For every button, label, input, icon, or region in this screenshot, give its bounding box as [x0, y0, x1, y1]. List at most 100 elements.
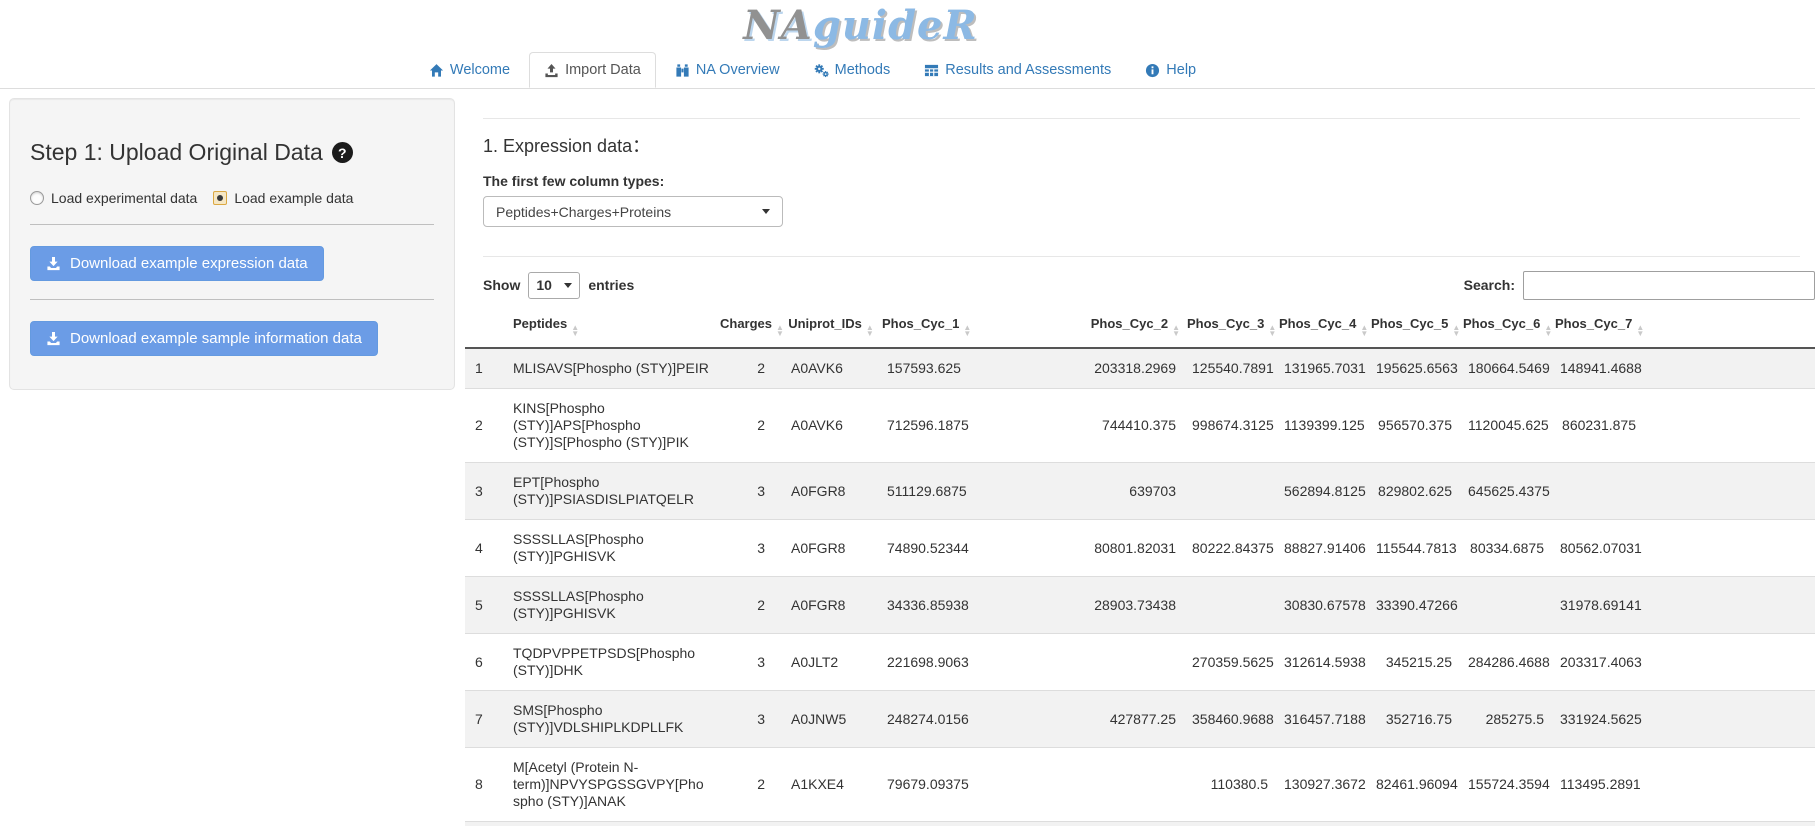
- tab-welcome[interactable]: Welcome: [414, 52, 525, 88]
- logo-text-guider: guideR: [813, 2, 978, 49]
- tab-import-data[interactable]: Import Data: [529, 52, 656, 88]
- value-cell: 511129.6875: [879, 463, 967, 520]
- column-header-phos_cyc_4[interactable]: Phos_Cyc_4 ▲▼: [1276, 306, 1368, 348]
- value-cell: [967, 634, 1184, 691]
- home-icon: [429, 63, 444, 78]
- column-header-phos_cyc_1[interactable]: Phos_Cyc_1▲▼: [879, 306, 967, 348]
- filler-cell: [1644, 577, 1815, 634]
- table-row[interactable]: 4SSSSLLAS[Phospho (STY)]PGHISVK3A0FGR874…: [465, 520, 1815, 577]
- value-cell: 284286.4688: [1460, 634, 1552, 691]
- table-row[interactable]: 7SMS[Phospho (STY)]VDLSHIPLKDPLLFK3A0JNW…: [465, 691, 1815, 748]
- table-row[interactable]: 2KINS[Phospho (STY)]APS[Phospho (STY)]S[…: [465, 389, 1815, 463]
- column-header-index: [465, 306, 505, 348]
- column-header-uniprot_ids[interactable]: Uniprot_IDs▲▼: [783, 306, 879, 348]
- column-header-charges[interactable]: Charges▲▼: [717, 306, 783, 348]
- download-sample-info-button[interactable]: Download example sample information data: [30, 321, 378, 356]
- tab-welcome-item: Welcome: [414, 52, 525, 88]
- tab-label: Results and Assessments: [945, 62, 1111, 78]
- table-row-partial[interactable]: [465, 822, 1815, 826]
- value-cell: 113495.2891: [1552, 748, 1644, 822]
- column-header-phos_cyc_2[interactable]: Phos_Cyc_2▲▼: [967, 306, 1184, 348]
- filler-cell: [1644, 634, 1815, 691]
- uniprot-cell: A0FGR8: [783, 463, 879, 520]
- value-cell: 79679.09375: [879, 748, 967, 822]
- divider: [483, 256, 1800, 257]
- column-header-phos_cyc_6[interactable]: Phos_Cyc_6 ▲▼: [1460, 306, 1552, 348]
- tab-label: Help: [1166, 62, 1196, 78]
- tab-results-and-assessments[interactable]: Results and Assessments: [909, 52, 1126, 88]
- row-index: 4: [465, 520, 505, 577]
- row-index: 7: [465, 691, 505, 748]
- gears-icon: [814, 63, 829, 78]
- charge-cell: 3: [717, 520, 783, 577]
- radio-load-example-data[interactable]: Load example data: [213, 190, 353, 206]
- uniprot-cell: A0JNW5: [783, 691, 879, 748]
- logo-text-na: NA: [743, 2, 813, 49]
- value-cell: 345215.25: [1368, 634, 1460, 691]
- value-cell: 33390.47266: [1368, 577, 1460, 634]
- table-row[interactable]: 6TQDPVPPETPSDS[Phospho (STY)]DHK3A0JLT22…: [465, 634, 1815, 691]
- naguider-app: NAguideR Welcome Import Data NA Overview: [0, 0, 1815, 826]
- value-cell: 80222.84375: [1184, 520, 1276, 577]
- peptide-cell: SMS[Phospho (STY)]VDLSHIPLKDPLLFK: [505, 691, 717, 748]
- table-icon: [924, 63, 939, 78]
- search-input[interactable]: [1523, 271, 1815, 300]
- tab-methods-item: Methods: [799, 52, 906, 88]
- value-cell: 270359.5625: [1184, 634, 1276, 691]
- column-header-phos_cyc_5[interactable]: Phos_Cyc_5▲▼: [1368, 306, 1460, 348]
- binoculars-icon: [675, 63, 690, 78]
- filler-cell: [1644, 389, 1815, 463]
- value-cell: 80562.07031: [1552, 520, 1644, 577]
- peptide-cell: TQDPVPPETPSDS[Phospho (STY)]DHK: [505, 634, 717, 691]
- column-header-phos_cyc_7[interactable]: Phos_Cyc_7▲▼: [1552, 306, 1644, 348]
- peptide-cell: M[Acetyl (Protein N-term)]NPVYSPGSSGVPY[…: [505, 748, 717, 822]
- value-cell: 203318.2969: [967, 348, 1184, 389]
- table-row[interactable]: 5SSSSLLAS[Phospho (STY)]PGHISVK2A0FGR834…: [465, 577, 1815, 634]
- sort-icon: ▲▼: [866, 325, 874, 337]
- value-cell: 30830.67578: [1276, 577, 1368, 634]
- row-index: 3: [465, 463, 505, 520]
- value-cell: 115544.7813: [1368, 520, 1460, 577]
- table-row[interactable]: 1MLISAVS[Phospho (STY)]PEIR2A0AVK6157593…: [465, 348, 1815, 389]
- chevron-down-icon: [762, 209, 770, 214]
- download-icon: [46, 256, 61, 271]
- entries-label: entries: [588, 277, 634, 293]
- sort-icon: ▲▼: [571, 325, 579, 337]
- value-cell: 28903.73438: [967, 577, 1184, 634]
- column-types-select[interactable]: Peptides+Charges+Proteins: [483, 196, 783, 227]
- radio-load-experimental-data[interactable]: Load experimental data: [30, 190, 197, 206]
- page-length-select[interactable]: 10: [528, 272, 580, 299]
- tab-na-overview[interactable]: NA Overview: [660, 52, 795, 88]
- column-header-label: Phos_Cyc_6: [1463, 316, 1540, 331]
- value-cell: 74890.52344: [879, 520, 967, 577]
- value-cell: 860231.875: [1552, 389, 1644, 463]
- info-icon: [1145, 63, 1160, 78]
- download-expression-data-button[interactable]: Download example expression data: [30, 246, 324, 281]
- value-cell: 744410.375: [967, 389, 1184, 463]
- question-icon[interactable]: ?: [332, 142, 353, 163]
- column-types-label: The first few column types:: [483, 173, 1815, 189]
- tab-label: NA Overview: [696, 62, 780, 78]
- sort-icon: ▲▼: [1360, 325, 1368, 337]
- button-label: Download example sample information data: [70, 330, 362, 347]
- value-cell: 639703: [967, 463, 1184, 520]
- value-cell: 34336.85938: [879, 577, 967, 634]
- value-cell: 331924.5625: [1552, 691, 1644, 748]
- nav-tabs: Welcome Import Data NA Overview: [0, 52, 1720, 88]
- column-header-phos_cyc_3[interactable]: Phos_Cyc_3▲▼: [1184, 306, 1276, 348]
- uniprot-cell: A0FGR8: [783, 577, 879, 634]
- value-cell: 829802.625: [1368, 463, 1460, 520]
- tab-help[interactable]: Help: [1130, 52, 1211, 88]
- table-header-row: Peptides▲▼Charges▲▼Uniprot_IDs▲▼Phos_Cyc…: [465, 306, 1815, 348]
- button-label: Download example expression data: [70, 255, 308, 272]
- table-row[interactable]: 3EPT[Phospho (STY)]PSIASDISLPIATQELR3A0F…: [465, 463, 1815, 520]
- column-header-peptides[interactable]: Peptides▲▼: [505, 306, 717, 348]
- table-row[interactable]: 8M[Acetyl (Protein N-term)]NPVYSPGSSGVPY…: [465, 748, 1815, 822]
- tab-methods[interactable]: Methods: [799, 52, 906, 88]
- sort-icon: ▲▼: [1544, 325, 1552, 337]
- value-cell: 130927.3672: [1276, 748, 1368, 822]
- column-header-label: Phos_Cyc_4: [1279, 316, 1356, 331]
- radio-label: Load example data: [234, 190, 353, 206]
- value-cell: 712596.1875: [879, 389, 967, 463]
- value-cell: 221698.9063: [879, 634, 967, 691]
